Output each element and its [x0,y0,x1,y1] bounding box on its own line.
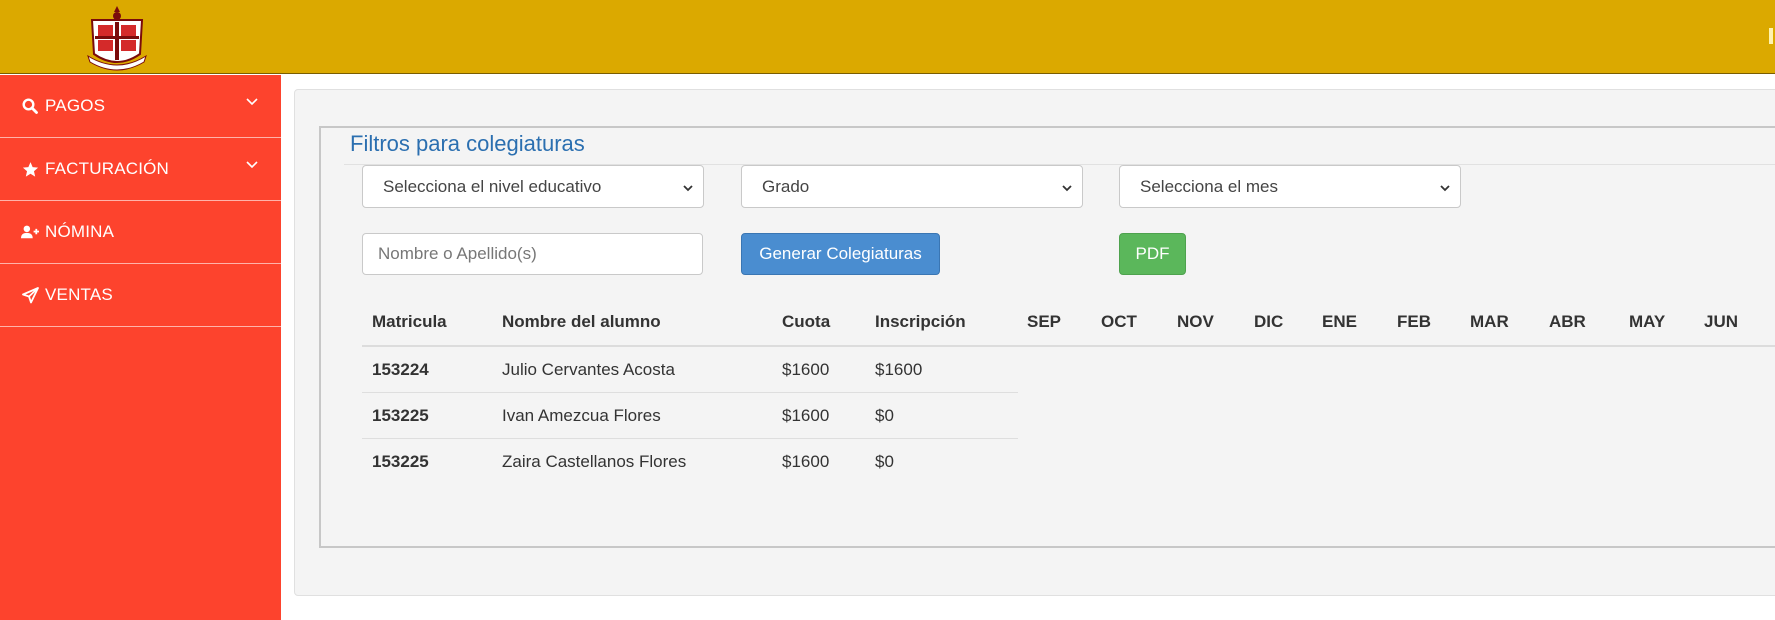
table-row: 153225 Ivan Amezcua Flores $1600 $0 [362,393,1018,439]
sidebar-item-facturacion[interactable]: FACTURACIÓN [0,138,281,201]
column-header-may[interactable]: MAY [1629,312,1665,332]
navbar-edge-element [1769,28,1773,44]
cell-nombre: Julio Cervantes Acosta [502,360,675,379]
input-placeholder: Nombre o Apellido(s) [378,244,537,263]
education-level-select[interactable]: Selecciona el nivel educativo [362,165,704,208]
top-navbar [0,0,1775,74]
cell-nombre: Zaira Castellanos Flores [502,452,687,471]
column-header-dic[interactable]: DIC [1254,312,1283,332]
sidebar-item-pagos[interactable]: PAGOS [0,75,281,138]
cell-cuota: $1600 [782,452,830,471]
chevron-down-icon [246,98,258,106]
month-select[interactable]: Selecciona el mes [1119,165,1461,208]
cell-cuota: $1600 [782,406,830,425]
column-header-sep[interactable]: SEP [1027,312,1061,332]
school-crest-logo[interactable] [84,4,150,72]
table-row: 153224 Julio Cervantes Acosta $1600 $160… [362,347,1018,393]
select-value: Selecciona el mes [1140,176,1278,196]
filters-title: Filtros para colegiaturas [350,131,589,157]
sidebar-item-label: PAGOS [45,96,106,115]
generate-fees-button[interactable]: Generar Colegiaturas [741,233,940,275]
table-row: 153225 Zaira Castellanos Flores $1600 $0 [362,439,1018,485]
cell-nombre: Ivan Amezcua Flores [502,406,661,425]
sidebar: PAGOS FACTURACIÓN NÓMINA VENTAS [0,75,281,620]
chevron-down-icon [246,161,258,169]
sidebar-item-label: FACTURACIÓN [45,159,170,178]
star-icon [21,160,39,178]
sidebar-item-nomina[interactable]: NÓMINA [0,201,281,264]
column-header-nov[interactable]: NOV [1177,312,1214,332]
column-header-ene[interactable]: ENE [1322,312,1357,332]
column-header-cuota[interactable]: Cuota [782,312,830,332]
column-header-inscripcion[interactable]: Inscripción [875,312,966,332]
student-name-input[interactable]: Nombre o Apellido(s) [362,233,703,275]
cell-inscripcion: $1600 [875,360,923,379]
cell-inscripcion: $0 [875,406,894,425]
cell-inscripcion: $0 [875,452,894,471]
cell-matricula: 153225 [372,406,429,425]
column-header-abr[interactable]: ABR [1549,312,1586,332]
select-value: Grado [762,176,810,196]
chevron-down-icon [1440,185,1450,192]
select-value: Selecciona el nivel educativo [383,176,602,196]
column-header-feb[interactable]: FEB [1397,312,1431,332]
grade-select[interactable]: Grado [741,165,1083,208]
sidebar-item-label: VENTAS [45,285,113,304]
cell-matricula: 153225 [372,452,429,471]
chevron-down-icon [683,185,693,192]
cell-cuota: $1600 [782,360,830,379]
column-header-oct[interactable]: OCT [1101,312,1137,332]
column-header-nombre[interactable]: Nombre del alumno [502,312,661,332]
user-plus-icon [21,223,39,241]
sidebar-item-label: NÓMINA [45,222,115,241]
column-header-jun[interactable]: JUN [1704,312,1738,332]
column-header-mar[interactable]: MAR [1470,312,1509,332]
search-icon [21,97,39,115]
cell-matricula: 153224 [372,360,429,379]
pdf-button[interactable]: PDF [1119,233,1186,275]
sidebar-item-ventas[interactable]: VENTAS [0,264,281,327]
paper-plane-icon [21,286,39,304]
column-header-matricula[interactable]: Matricula [372,312,447,332]
chevron-down-icon [1062,185,1072,192]
